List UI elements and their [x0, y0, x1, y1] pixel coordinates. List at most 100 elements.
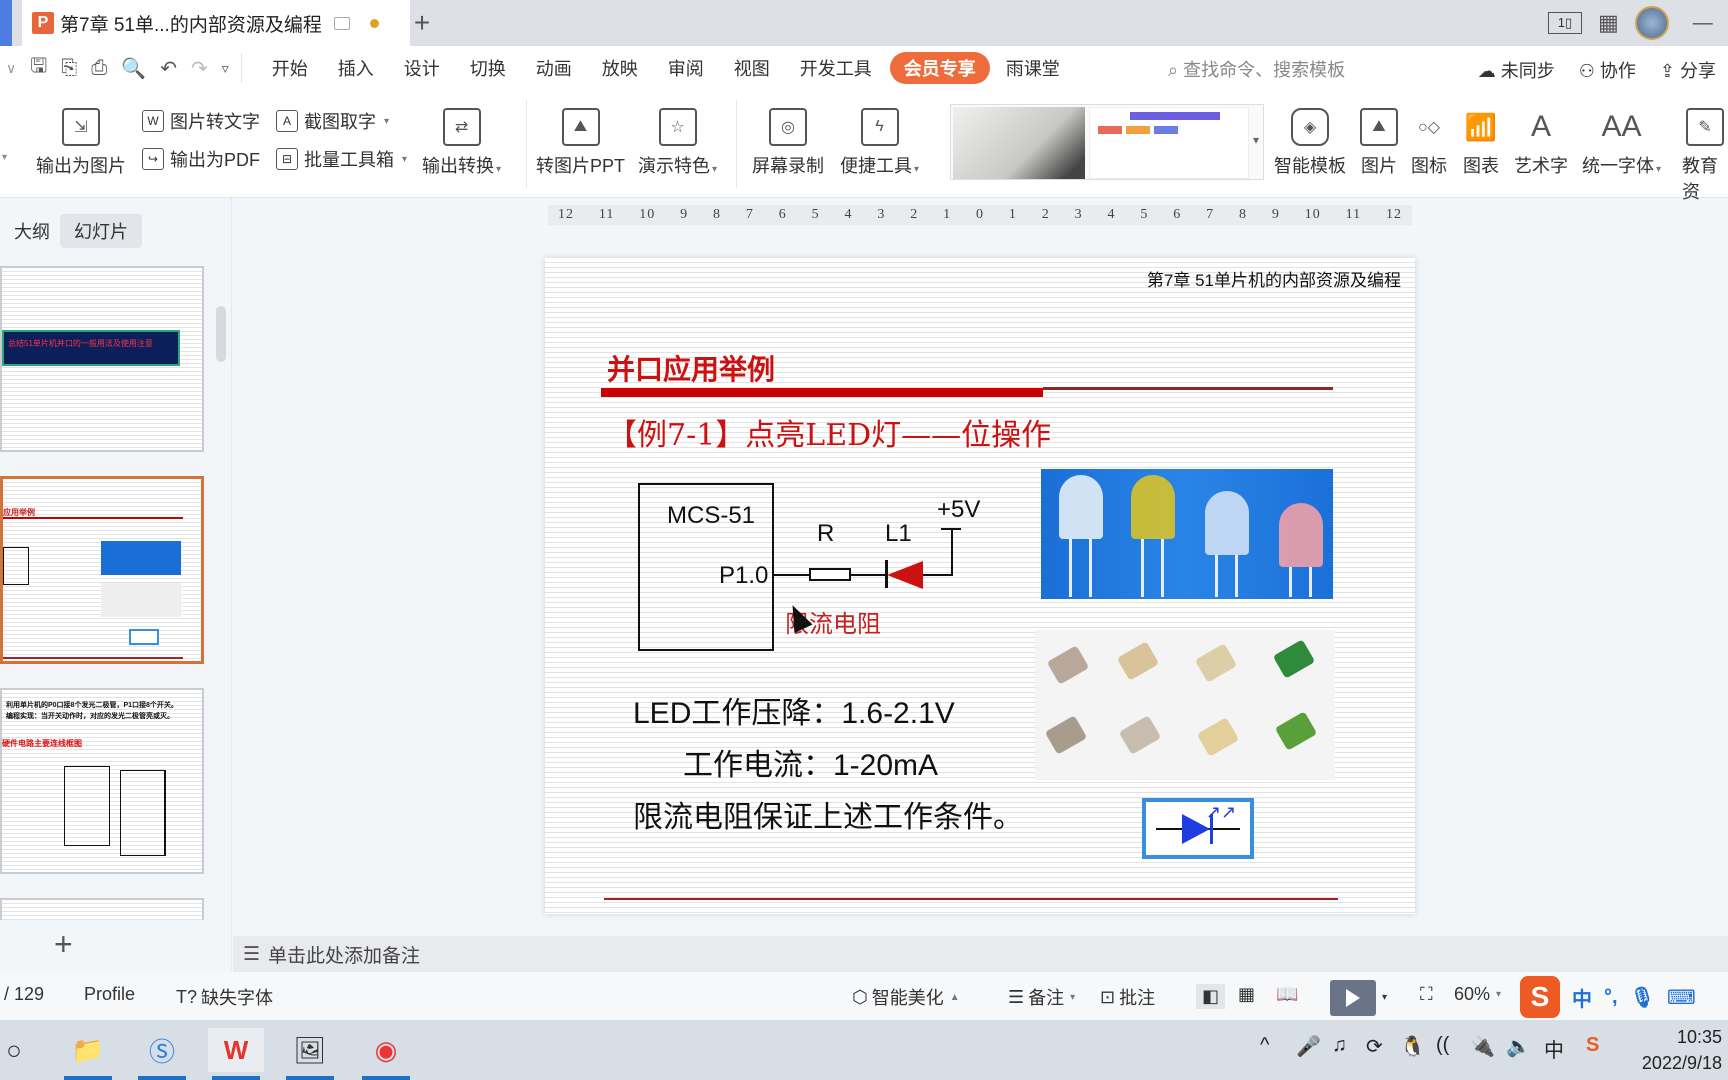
tray-lang[interactable]: 中 — [1544, 1034, 1564, 1063]
tab-outline[interactable]: 大纲 — [0, 214, 64, 248]
add-slide-button[interactable]: + — [54, 926, 73, 963]
menu-review[interactable]: 审阅 — [668, 55, 704, 81]
profile-button[interactable]: Profile — [84, 984, 135, 1005]
notes-pane[interactable]: ☰ 单击此处添加备注 — [233, 936, 1728, 972]
export-convert-button[interactable]: ⇄ 输出转换 ▾ — [422, 108, 501, 178]
icon-button[interactable]: ○◇ 图标 — [1410, 108, 1448, 178]
new-tab-button[interactable]: + — [405, 6, 439, 40]
presentation-features-button[interactable]: ☆ 演示特色 ▾ — [638, 108, 717, 178]
normal-view-icon[interactable]: ◧ — [1196, 984, 1226, 1009]
share-button[interactable]: ⇪ 分享 — [1660, 57, 1716, 83]
panel-scrollbar[interactable] — [216, 306, 226, 362]
menu-slideshow[interactable]: 放映 — [602, 55, 638, 81]
ime-toolbar[interactable]: S 中 °, 🎙 ⌨ — [1520, 976, 1728, 1018]
microphone-icon[interactable]: 🎙 — [1630, 985, 1655, 1010]
slide-sorter-icon[interactable]: ▦ — [1238, 984, 1255, 1005]
tray-mic-icon[interactable]: 🎤 — [1296, 1034, 1321, 1059]
minimize-icon[interactable]: — — [1693, 12, 1713, 35]
led-schematic-symbol[interactable]: ↗↗ — [1142, 798, 1254, 859]
gallery-more-icon[interactable]: ▾ — [1253, 133, 1259, 147]
menu-view[interactable]: 视图 — [734, 55, 770, 81]
smd-led-photo[interactable] — [1035, 630, 1335, 780]
search-circle-icon[interactable]: ○ — [0, 1028, 42, 1072]
customize-dropdown-icon[interactable]: ▿ — [222, 60, 229, 77]
app-icon[interactable]: 🖼 — [282, 1028, 338, 1080]
export-image-button[interactable]: ⇲ 输出为图片 — [36, 108, 126, 178]
comment-button[interactable]: ⊡ 批注 — [1100, 984, 1155, 1010]
grid-apps-icon[interactable]: ▦ — [1598, 10, 1619, 36]
play-slideshow-button[interactable] — [1330, 980, 1376, 1016]
notes-toggle-button[interactable]: ☰ 备注 ▾ — [1008, 984, 1075, 1010]
zoom-level[interactable]: 60% ▾ — [1454, 984, 1501, 1005]
collaborate-button[interactable]: ⚇ 协作 — [1579, 57, 1636, 83]
example-title[interactable]: 【例7-1】点亮LED灯——位操作 — [607, 410, 1051, 454]
tray-wifi-icon[interactable]: (( — [1436, 1034, 1449, 1057]
to-image-ppt-button[interactable]: ⛰ 转图片PPT — [536, 108, 625, 178]
tray-power-icon[interactable]: 🔌 — [1470, 1034, 1495, 1059]
tray-sogou-icon[interactable]: S — [1586, 1034, 1599, 1057]
missing-font-button[interactable]: T? 缺失字体 — [176, 984, 273, 1010]
ribbon-scroll-left-icon[interactable]: ▾ — [2, 152, 7, 163]
tray-expand-icon[interactable]: ^ — [1260, 1034, 1269, 1057]
wps-office-icon[interactable]: W — [208, 1028, 264, 1080]
sync-button[interactable]: ☁ 未同步 — [1478, 57, 1555, 83]
menu-insert[interactable]: 插入 — [338, 55, 374, 81]
slide-thumbnail[interactable]: 总结51单片机并口的一般用法及使用注意 — [0, 266, 204, 452]
menu-home[interactable]: 开始 — [272, 55, 308, 81]
quick-tools-button[interactable]: ϟ 便捷工具 ▾ — [840, 108, 919, 178]
menu-vip[interactable]: 会员专享 — [889, 52, 990, 84]
keyboard-icon[interactable]: ⌨ — [1667, 985, 1696, 1010]
sogou-browser-icon[interactable]: Ⓢ — [134, 1028, 190, 1080]
smart-beautify-button[interactable]: ⬡ 智能美化 ▲ — [852, 984, 960, 1010]
reading-view-icon[interactable]: 📖 — [1276, 984, 1298, 1005]
screen-record-button[interactable]: ◎ 屏幕录制 — [752, 108, 824, 178]
command-search[interactable]: ⌕ 查找命令、搜索模板 — [1168, 56, 1345, 82]
tray-sync-icon[interactable]: ⟳ — [1366, 1034, 1383, 1059]
tray-qq-icon[interactable]: 🐧 — [1400, 1034, 1425, 1059]
image-to-text-button[interactable]: W 图片转文字 — [142, 108, 260, 134]
document-tab[interactable]: P 第7章 51单...的内部资源及编程 — [22, 0, 410, 46]
slide-thumbnail-selected[interactable]: 应用举例 — [0, 476, 204, 664]
tray-volume-icon[interactable]: 🔈 — [1506, 1034, 1531, 1059]
template-thumbnail[interactable] — [953, 107, 1085, 179]
user-avatar[interactable] — [1634, 6, 1669, 40]
slide-thumbnail[interactable] — [0, 898, 204, 920]
export-pdf-button[interactable]: ↪ 输出为PDF — [142, 146, 260, 172]
tray-music-icon[interactable]: ♫ — [1332, 1034, 1347, 1057]
template-gallery[interactable]: ▾ — [950, 104, 1264, 180]
play-dropdown-icon[interactable]: ▾ — [1382, 992, 1387, 1003]
template-thumbnail[interactable] — [1089, 107, 1249, 179]
fit-window-icon[interactable]: ⛶ — [1420, 984, 1433, 1005]
slide-canvas[interactable]: 第7章 51单片机的内部资源及编程 并口应用举例 【例7-1】点亮LED灯——位… — [545, 258, 1415, 914]
redo-icon[interactable]: ↷ — [191, 56, 208, 81]
picture-button[interactable]: ⛰ 图片 — [1360, 108, 1398, 178]
word-art-button[interactable]: A 艺术字 — [1514, 108, 1568, 178]
menu-transition[interactable]: 切换 — [470, 55, 506, 81]
print-preview-icon[interactable]: 🔍 — [121, 56, 146, 81]
save-icon[interactable]: 🖫 — [30, 51, 47, 85]
collapse-chevron-icon[interactable]: ∨ — [6, 60, 16, 77]
slide-thumbnail[interactable]: 利用单片机的P0口接8个发光二极管，P1口接8个开关。编程实现：当开关动作时，对… — [0, 688, 204, 874]
file-explorer-icon[interactable]: 📁 — [60, 1028, 116, 1080]
unify-font-button[interactable]: AA 统一字体 ▾ — [1582, 108, 1661, 178]
undo-icon[interactable]: ↶ — [160, 56, 177, 81]
export-icon[interactable]: ⎘ — [61, 57, 77, 80]
education-button[interactable]: ✎ 教育资 — [1682, 108, 1728, 204]
single-window-icon[interactable]: 1▯ — [1548, 12, 1582, 34]
ime-punct[interactable]: °, — [1604, 986, 1618, 1009]
screen-recorder-icon[interactable]: ◉ — [358, 1028, 414, 1080]
menu-animation[interactable]: 动画 — [536, 55, 572, 81]
screenshot-text-button[interactable]: A 截图取字 ▾ — [276, 108, 389, 134]
menu-rain-classroom[interactable]: 雨课堂 — [1006, 55, 1060, 81]
led-photo[interactable] — [1041, 469, 1333, 599]
slide-title[interactable]: 并口应用举例 — [607, 348, 775, 388]
system-clock[interactable]: 10:35 2022/9/18 — [1642, 1024, 1722, 1076]
chart-button[interactable]: 📶 图表 — [1462, 108, 1500, 178]
menu-developer[interactable]: 开发工具 — [800, 55, 872, 81]
ime-mode[interactable]: 中 — [1572, 983, 1592, 1012]
smart-template-button[interactable]: ◈ 智能模板 — [1274, 108, 1346, 178]
print-icon[interactable]: ⎙ — [91, 57, 107, 80]
batch-toolbox-button[interactable]: ⊟ 批量工具箱 ▾ — [276, 146, 407, 172]
tab-slides[interactable]: 幻灯片 — [60, 214, 142, 248]
menu-design[interactable]: 设计 — [404, 55, 440, 81]
